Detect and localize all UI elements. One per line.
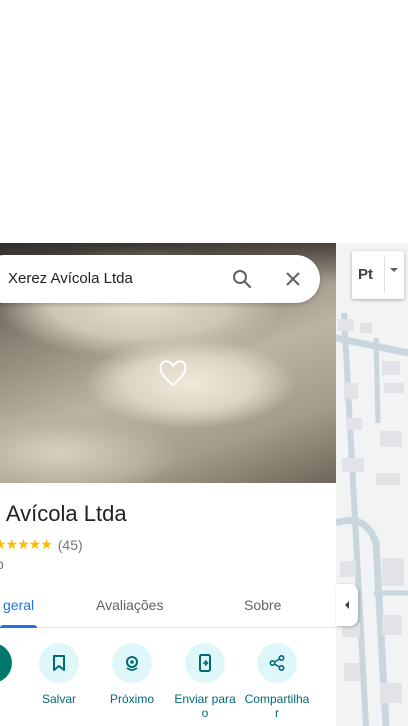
map-streets [336,243,408,726]
send-to-phone-icon [199,654,211,672]
save-button[interactable]: Salvar [24,643,94,706]
action-buttons: s Salvar Próximo [0,643,336,726]
chevron-down-icon[interactable] [389,265,399,275]
nearby-label: Próximo [109,692,154,706]
send-to-phone-button[interactable]: Enviar para o [170,643,240,720]
layer-divider [384,257,385,293]
map-canvas[interactable] [336,243,408,726]
map-layer-label: Pt [358,266,373,283]
bookmark-icon [53,655,65,671]
tab-about[interactable]: Sobre [244,597,281,613]
directions-label: s [0,692,27,706]
search-icon [233,270,252,289]
rating-stars: ★★★★★ [0,536,53,552]
close-icon [286,272,300,286]
heart-doodle-icon [159,360,187,387]
search-box[interactable]: Xerez Avícola Ltda [0,255,320,303]
active-tab-indicator [0,625,37,628]
place-tabs: geral Avaliações Sobre [0,587,336,628]
map-layer-button[interactable]: Pt [352,251,404,299]
collapse-panel-button[interactable] [336,584,358,626]
tab-reviews[interactable]: Avaliações [96,597,163,613]
send-to-phone-label: Enviar para o [174,692,236,720]
directions-icon [0,654,1,672]
share-button[interactable]: Compartilha r [242,643,312,720]
directions-button[interactable]: s [0,643,27,706]
share-label: Compartilha r [244,692,310,720]
save-label: Salvar [41,692,76,706]
review-count[interactable]: (45) [58,537,83,553]
place-category[interactable]: p [0,556,4,572]
clear-search-button[interactable] [277,263,309,295]
search-input[interactable]: Xerez Avícola Ltda [8,255,133,303]
chevron-left-icon [345,601,349,609]
search-button[interactable] [226,263,258,295]
tab-overview[interactable]: geral [3,597,34,613]
nearby-button[interactable]: Próximo [97,643,167,706]
place-title: z Avícola Ltda [0,501,127,526]
share-icon [269,654,285,672]
nearby-icon [126,656,138,671]
rating-row[interactable]: ★★★★★ (45) [0,536,83,553]
place-panel: Xerez Avícola Ltda z Avícola Ltda ★★★★★ … [0,243,337,726]
